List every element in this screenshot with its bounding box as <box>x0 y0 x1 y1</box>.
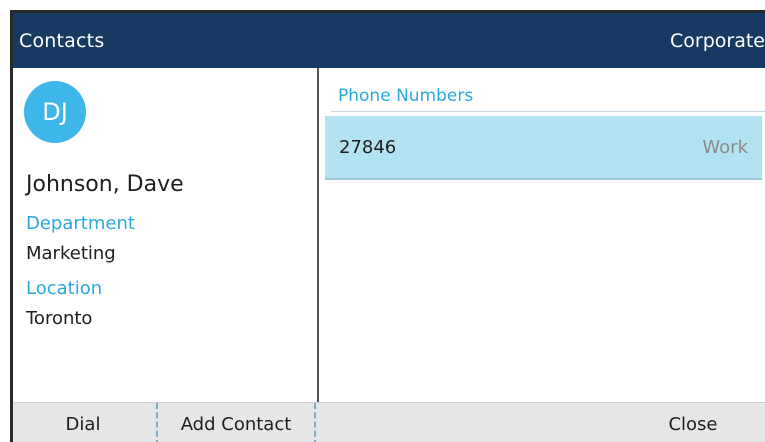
dial-button[interactable]: Dial <box>13 403 153 442</box>
title-bar: Contacts Corporate <box>13 13 765 68</box>
phone-screen: Contacts Corporate DJ Johnson, Dave Depa… <box>0 0 765 442</box>
contact-info-pane: DJ Johnson, Dave Department Marketing Lo… <box>13 68 319 402</box>
phone-type: Work <box>702 136 748 158</box>
phone-numbers-heading: Phone Numbers <box>338 86 474 106</box>
directory-name: Corporate <box>670 29 765 52</box>
phone-numbers-pane: Phone Numbers 27846 Work <box>319 68 765 402</box>
department-label: Department <box>26 213 135 234</box>
phone-number-row[interactable]: 27846 Work <box>325 116 762 180</box>
section-divider <box>331 111 765 112</box>
avatar: DJ <box>24 81 86 143</box>
close-button[interactable]: Close <box>628 403 758 442</box>
softkey-bar: Dial Add Contact Close <box>13 402 765 442</box>
contact-name: Johnson, Dave <box>26 172 184 197</box>
location-value: Toronto <box>26 308 93 329</box>
contact-details-window: Contacts Corporate DJ Johnson, Dave Depa… <box>10 10 765 442</box>
add-contact-button[interactable]: Add Contact <box>156 403 316 442</box>
department-value: Marketing <box>26 243 116 264</box>
screen-title: Contacts <box>19 29 105 52</box>
avatar-initials: DJ <box>42 98 68 126</box>
phone-number: 27846 <box>339 136 397 158</box>
location-label: Location <box>26 278 103 299</box>
